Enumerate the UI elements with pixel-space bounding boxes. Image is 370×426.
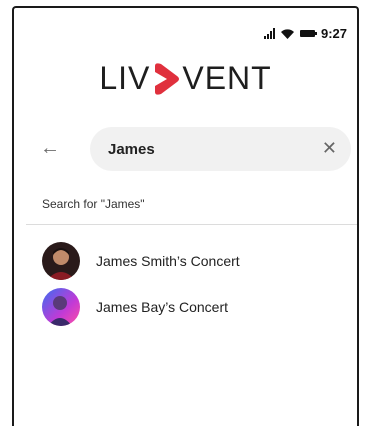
- wifi-icon: [280, 28, 294, 39]
- logo-mark-icon: [155, 62, 180, 95]
- search-value[interactable]: James: [108, 141, 155, 158]
- status-bar: 9:27: [263, 26, 347, 41]
- avatar: [42, 242, 80, 280]
- clear-icon[interactable]: ✕: [322, 138, 337, 158]
- result-item[interactable]: James Bay’s Concert: [42, 287, 228, 327]
- app-logo: LIV VENT: [14, 60, 357, 97]
- back-arrow-icon[interactable]: ←: [40, 138, 60, 158]
- result-item[interactable]: James Smith’s Concert: [42, 241, 240, 281]
- status-time: 9:27: [320, 26, 347, 41]
- divider: [26, 224, 357, 225]
- result-label: James Bay’s Concert: [96, 299, 229, 315]
- search-row: ← James ✕: [14, 124, 357, 174]
- logo-text-left: LIV: [99, 60, 151, 96]
- signal-icon: [263, 28, 275, 39]
- search-input[interactable]: James ✕: [90, 127, 351, 171]
- battery-icon: [299, 30, 317, 37]
- logo-text-right: VENT: [182, 60, 272, 96]
- phone-frame: 9:27 LIV VENT ← James ✕ Search for "Jame…: [12, 6, 359, 426]
- avatar: [42, 288, 80, 326]
- search-suggestion[interactable]: Search for "James": [42, 197, 145, 211]
- result-label: James Smith’s Concert: [96, 253, 240, 269]
